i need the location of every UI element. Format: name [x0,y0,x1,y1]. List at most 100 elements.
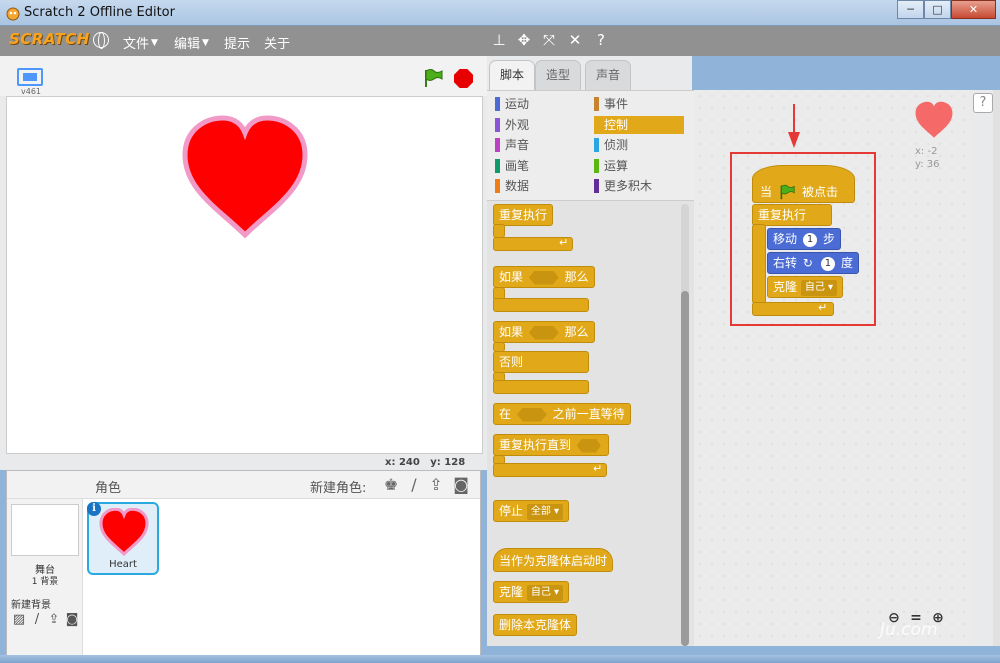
move-post-label: 步 [823,232,836,246]
fullscreen-icon[interactable] [17,68,43,86]
create-clone-block[interactable]: 克隆 自己 [493,581,570,603]
stage-thumbnail[interactable] [11,504,79,556]
version-label: v461 [21,87,42,96]
condition-slot[interactable] [576,438,601,453]
stage-canvas[interactable] [6,96,483,454]
script-create-clone-block[interactable]: 克隆 自己 [767,276,844,298]
turn-right-block[interactable]: 右转 ↻ 1 度 [767,252,859,274]
tab-sounds[interactable]: 声音 [585,60,632,90]
menu-bar: SCRATCH 文件 ▼ 编辑 ▼ 提示 关于 ⊥ ✥ ⤧ ✕ ? [0,26,1000,56]
stop-block[interactable]: 停止 全部 [493,500,570,522]
scissors-icon[interactable]: ✥ [515,31,533,49]
coord-y-value: 128 [444,457,466,468]
condition-slot[interactable] [516,407,547,422]
condition-slot[interactable] [528,325,559,340]
backdrop-library-icon[interactable]: ▨ [11,612,27,628]
category-more-blocks[interactable]: 更多积木 [594,177,652,195]
loop-arrow-icon: ↵ [559,236,569,249]
stage-panel: v461 x: 240 y: 128 [0,56,487,470]
camera-backdrop-icon[interactable]: ◙ [64,612,80,628]
close-button[interactable]: ✕ [951,0,996,19]
script-clone-option-dropdown[interactable]: 自己 [800,279,838,296]
move-steps-block[interactable]: 移动 1 步 [767,228,842,250]
edit-menu[interactable]: 编辑 ▼ [174,33,209,52]
about-menu[interactable]: 关于 [264,33,290,52]
when-clone-starts-block[interactable]: 当作为克隆体启动时 [493,548,614,572]
wait-until-block[interactable]: 在 之前一直等待 [493,403,631,425]
choose-sprite-from-library-icon[interactable]: ♚ [381,475,401,495]
forever-block-arm [493,224,505,238]
loop-arrow-icon: ↵ [818,301,828,314]
file-menu[interactable]: 文件 ▼ [123,33,158,52]
category-pen[interactable]: 画笔 [495,157,529,175]
red-arrow-annotation [788,104,800,148]
tab-scripts[interactable]: 脚本 [489,60,536,91]
scratch-cat-icon [6,7,20,21]
turn-pre-label: 右转 [773,256,798,270]
right-strip: ? [970,90,1000,646]
stamp-icon[interactable]: ⊥ [490,31,508,49]
new-sprite-label: 新建角色: [310,481,367,496]
category-list: 运动 外观 声音 画笔 数据 事件 控制 侦测 运算 更多积木 [487,91,694,201]
delete-clone-block[interactable]: 删除本克隆体 [493,614,578,636]
block-palette: 运动 外观 声音 画笔 数据 事件 控制 侦测 运算 更多积木 重复执行 ↵ 如… [487,90,694,646]
palette-scrollbar-thumb[interactable] [681,291,689,646]
turn-degrees-input[interactable]: 1 [820,256,836,271]
stage-header: v461 [0,56,487,96]
category-data[interactable]: 数据 [495,177,529,195]
if-else-foot [493,380,589,394]
upload-sprite-icon[interactable]: ⇪ [426,475,446,495]
edit-menu-label: 编辑 [174,37,201,52]
paint-backdrop-icon[interactable]: / [29,612,45,628]
tips-menu[interactable]: 提示 [224,33,250,52]
heart-thumbnail-icon [99,508,149,556]
chevron-down-icon: ▼ [151,37,158,48]
repeat-until-label: 重复执行直到 [499,438,572,452]
maximize-button[interactable]: □ [924,0,951,19]
condition-slot[interactable] [528,270,559,285]
if-then-block[interactable]: 如果 那么 [493,266,595,288]
paint-new-sprite-icon[interactable]: / [404,475,424,495]
category-sound[interactable]: 声音 [495,136,529,154]
category-operators[interactable]: 运算 [594,157,628,175]
sprite-y-position: y: 36 [915,159,940,170]
move-pre-label: 移动 [773,232,798,246]
stop-option-dropdown[interactable]: 全部 [526,503,564,520]
category-looks[interactable]: 外观 [495,116,529,134]
category-events[interactable]: 事件 [594,95,628,113]
category-sensing[interactable]: 侦测 [594,136,628,154]
help-icon[interactable]: ? [973,93,993,113]
if-then-else-block[interactable]: 如果 那么 [493,321,595,343]
scratch-logo[interactable]: SCRATCH [9,30,90,48]
camera-icon[interactable]: ◙ [451,475,471,495]
sprite-thumbnail-heart[interactable]: i Heart [87,502,159,575]
sprite-name: Heart [109,559,137,570]
help-icon[interactable]: ? [592,31,610,49]
category-control[interactable]: 控制 [594,116,684,134]
repeat-until-block[interactable]: 重复执行直到 [493,434,609,456]
minimize-button[interactable]: ─ [897,0,924,19]
move-steps-input[interactable]: 1 [802,232,818,247]
when-flag-clicked-block[interactable]: 当 被点击 [752,165,855,203]
script-area[interactable]: x: -2 y: 36 当 被点击 重复执行 ↵ 移动 1 步 右转 ↻ 1 度 [694,90,970,646]
grow-icon[interactable]: ⤧ [540,31,558,49]
upload-backdrop-icon[interactable]: ⇪ [46,612,62,628]
script-forever-block[interactable]: 重复执行 [752,204,832,226]
window-controls: ─ □ ✕ [897,0,996,20]
category-motion[interactable]: 运动 [495,95,529,113]
forever-block[interactable]: 重复执行 [493,204,554,226]
green-flag-icon[interactable] [423,68,443,88]
clone-option-dropdown[interactable]: 自己 [526,584,564,601]
shrink-icon[interactable]: ✕ [566,31,584,49]
script-area-scrollbar[interactable] [993,90,1000,646]
tab-costumes[interactable]: 造型 [535,60,582,90]
sprite-x-position: x: -2 [915,146,938,157]
heart-sprite[interactable] [180,115,310,240]
script-forever-arm [752,224,766,304]
language-globe-icon[interactable] [93,32,109,49]
window-title-bar: Scratch 2 Offline Editor ─ □ ✕ [0,0,1000,26]
watermark: Ju.com [880,620,938,640]
new-backdrop-label: 新建背景 [11,600,51,611]
stop-icon[interactable] [454,69,473,88]
editor-tabs: 脚本 造型 声音 [487,56,692,91]
